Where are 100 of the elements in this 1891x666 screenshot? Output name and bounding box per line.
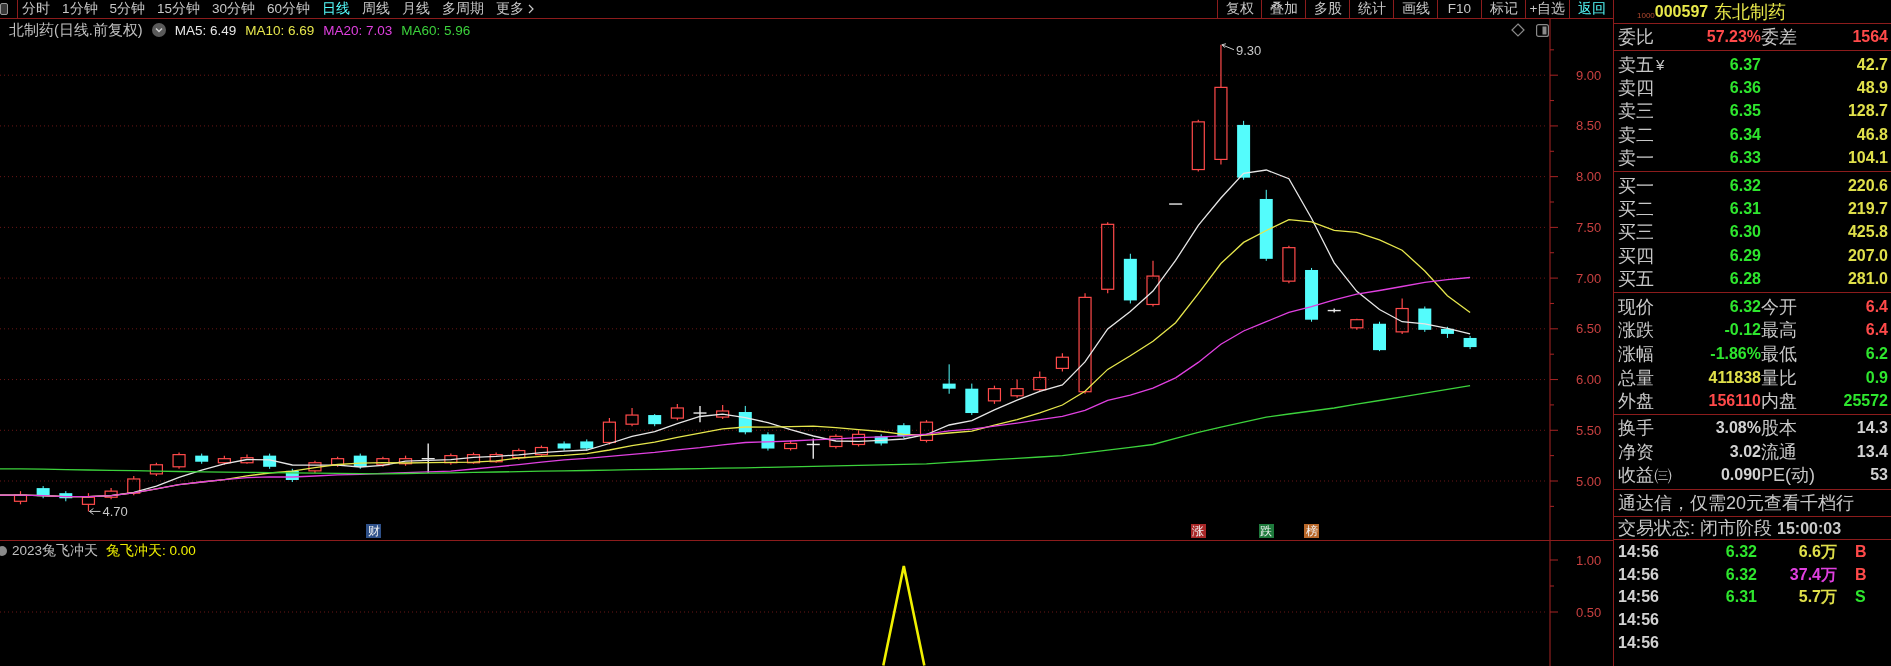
yen-icon: ¥ bbox=[1656, 57, 1665, 73]
period-tab[interactable]: 30分钟 bbox=[206, 0, 262, 18]
toolbar-button[interactable]: +自选 bbox=[1525, 0, 1569, 18]
quote-label: 量比 bbox=[1761, 368, 1797, 387]
event-tag[interactable]: 跌 bbox=[1258, 524, 1274, 538]
tick-price: 6.32 bbox=[1725, 566, 1757, 583]
period-tab[interactable]: 1分钟 bbox=[56, 0, 104, 18]
order-price: 6.37 bbox=[1729, 56, 1761, 73]
value-axis-label: 0.50 bbox=[1576, 604, 1602, 620]
quote-value: 25572 bbox=[1843, 393, 1888, 410]
toolbar-button[interactable]: 统计 bbox=[1349, 0, 1393, 18]
chart-title: 北制药(日线.前复权) bbox=[9, 20, 143, 40]
quote-label: 现价 bbox=[1618, 297, 1654, 316]
quote-label: 最高 bbox=[1761, 321, 1797, 340]
order-volume: 128.7 bbox=[1847, 103, 1888, 120]
quote-label: 涨幅 bbox=[1618, 345, 1654, 363]
order-level-label: 卖三 bbox=[1618, 102, 1654, 121]
quote-value: 3.08% bbox=[1715, 420, 1761, 437]
period-tab[interactable]: 日线 bbox=[316, 0, 357, 18]
order-price: 6.33 bbox=[1729, 150, 1761, 167]
period-tab[interactable]: 15分钟 bbox=[151, 0, 207, 18]
indicator-name: 2023兔飞冲天 bbox=[12, 542, 99, 560]
period-tab[interactable]: 周线 bbox=[356, 0, 397, 18]
chevron-icon bbox=[528, 4, 535, 14]
tick-volume: 5.7万 bbox=[1798, 589, 1837, 606]
ma-legend-value: MA5: 6.49 bbox=[174, 22, 237, 38]
period-tab[interactable]: 5分钟 bbox=[103, 0, 152, 18]
order-price: 6.31 bbox=[1729, 201, 1761, 218]
order-price: 6.32 bbox=[1729, 177, 1761, 194]
order-level-label: 卖一 bbox=[1618, 149, 1654, 168]
tick-time: 14:56 bbox=[1618, 566, 1659, 583]
quote-value: 0.9 bbox=[1865, 369, 1888, 386]
order-volume: 48.9 bbox=[1856, 80, 1888, 97]
order-volume: 104.1 bbox=[1847, 150, 1888, 167]
stock-code: 000597 bbox=[1654, 2, 1709, 21]
tick-time: 14:56 bbox=[1618, 589, 1659, 606]
toolbar-button[interactable]: 复权 bbox=[1217, 0, 1261, 18]
tick-volume: 6.6万 bbox=[1798, 543, 1837, 560]
toolbar-button[interactable]: F10 bbox=[1437, 0, 1481, 18]
ma-legend-value: MA60: 5.96 bbox=[401, 22, 471, 38]
period-tab[interactable]: 60分钟 bbox=[261, 0, 317, 18]
toolbar-button[interactable]: 叠加 bbox=[1261, 0, 1305, 18]
order-level-label: 买三 bbox=[1618, 223, 1654, 242]
order-volume: 219.7 bbox=[1847, 201, 1888, 218]
order-level-label: 买五 bbox=[1618, 270, 1654, 289]
diamond-icon[interactable] bbox=[1511, 23, 1525, 37]
order-price: 6.34 bbox=[1729, 126, 1761, 143]
quote-value: 156110 bbox=[1708, 393, 1761, 410]
panel-icon[interactable] bbox=[0, 0, 8, 18]
order-level-label: 买四 bbox=[1618, 246, 1654, 265]
price-axis-label: 9.00 bbox=[1576, 67, 1602, 83]
quote-label: 股本 bbox=[1761, 419, 1797, 438]
tick-volume: 37.4万 bbox=[1789, 566, 1837, 583]
toolbar-button[interactable]: 画线 bbox=[1393, 0, 1437, 18]
price-axis-label: 5.50 bbox=[1576, 422, 1602, 438]
price-axis-label: 5.00 bbox=[1576, 473, 1602, 489]
order-price: 6.28 bbox=[1729, 271, 1761, 288]
quote-value: 53 bbox=[1870, 467, 1888, 484]
quote-value: 14.3 bbox=[1856, 420, 1888, 437]
tick-time: 14:56 bbox=[1618, 612, 1659, 629]
tick-price: 6.32 bbox=[1725, 543, 1757, 560]
order-price: 6.36 bbox=[1729, 80, 1761, 97]
quote-label: 总量 bbox=[1618, 368, 1654, 387]
tick-side: B bbox=[1854, 566, 1867, 583]
price-axis-label: 6.00 bbox=[1576, 372, 1602, 388]
price-axis-label: 8.00 bbox=[1576, 169, 1602, 185]
quote-label: 内盘 bbox=[1761, 392, 1797, 411]
order-volume: 46.8 bbox=[1856, 126, 1888, 143]
event-tag[interactable]: 榜 bbox=[1304, 524, 1320, 538]
order-volume: 220.6 bbox=[1847, 177, 1888, 194]
more-button[interactable]: 更多 bbox=[490, 0, 541, 18]
quote-value: 6.4 bbox=[1865, 298, 1888, 315]
quote-label: 流通 bbox=[1761, 442, 1797, 461]
quote-value: 6.32 bbox=[1729, 298, 1761, 315]
event-tag[interactable]: 财 bbox=[366, 524, 382, 538]
trading-status: 交易状态: 闭市阶段 15:00:03 bbox=[1618, 519, 1842, 537]
period-tab[interactable]: 多周期 bbox=[436, 0, 491, 18]
period-tab[interactable]: 月线 bbox=[396, 0, 437, 18]
quote-value: -0.12 bbox=[1724, 322, 1761, 339]
toolbar-button[interactable]: 标记 bbox=[1481, 0, 1525, 18]
period-tab[interactable]: 分时 bbox=[18, 0, 56, 18]
toolbar-button[interactable]: 返回 bbox=[1569, 0, 1613, 18]
quote-value: 411838 bbox=[1708, 369, 1761, 386]
chevron-circle-icon[interactable] bbox=[151, 23, 166, 37]
tick-side: B bbox=[1854, 543, 1867, 560]
order-volume: 425.8 bbox=[1847, 224, 1888, 241]
quote-label: 净资 bbox=[1618, 442, 1654, 461]
quote-label: 今开 bbox=[1761, 297, 1797, 316]
quote-value: 13.4 bbox=[1856, 443, 1888, 460]
price-axis-label: 6.50 bbox=[1576, 321, 1602, 337]
low-price-label: 4.70 bbox=[102, 504, 128, 520]
event-tag[interactable]: 涨 bbox=[1190, 524, 1206, 538]
quote-label: 外盘 bbox=[1618, 392, 1654, 411]
toolbar-button[interactable]: 多股 bbox=[1305, 0, 1349, 18]
leader-arrow bbox=[88, 507, 101, 515]
tick-time: 14:56 bbox=[1618, 543, 1659, 560]
panel-toggle-icon[interactable] bbox=[1536, 23, 1549, 37]
quote-label: 收益㈢ bbox=[1618, 466, 1672, 485]
ma-legend-value: MA20: 7.03 bbox=[323, 22, 393, 38]
quote-label: 最低 bbox=[1761, 345, 1797, 363]
